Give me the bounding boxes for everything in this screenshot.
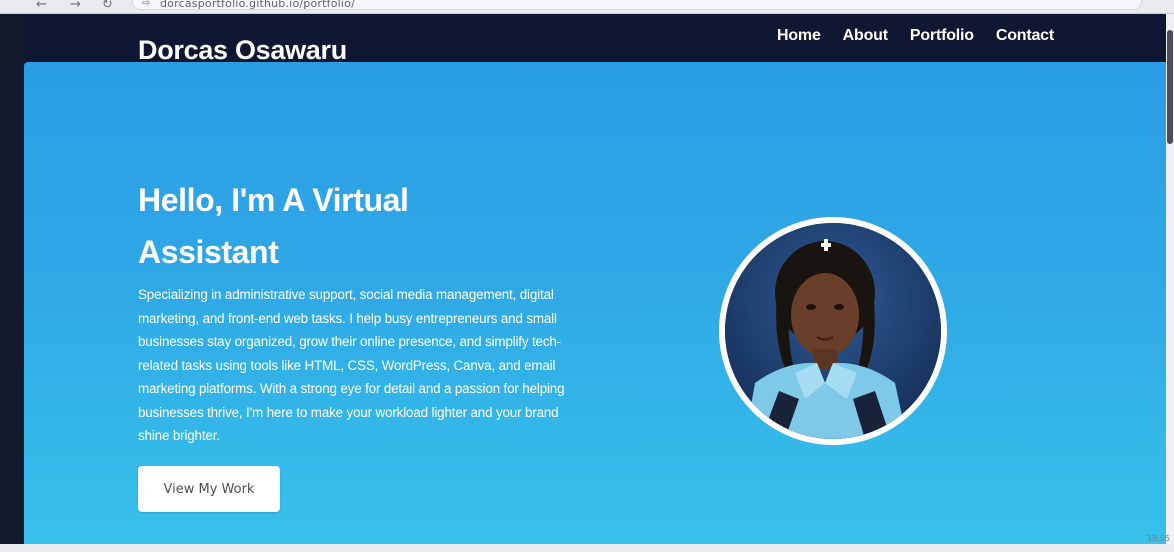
- main-nav: Home About Portfolio Contact: [777, 27, 1054, 45]
- screen-bezel: [0, 14, 24, 552]
- nav-link-home[interactable]: Home: [777, 27, 821, 45]
- hero-title: Hello, I'm A Virtual Assistant: [138, 182, 409, 270]
- profile-avatar: [719, 217, 947, 445]
- browser-toolbar: ← → ↻ ⇨ dorcasportfolio.github.io/portfo…: [0, 0, 1174, 14]
- system-clock: 19:55: [1146, 534, 1170, 543]
- site-info-icon[interactable]: ⇨: [142, 0, 150, 9]
- profile-photo: [725, 223, 941, 439]
- address-bar-url[interactable]: dorcasportfolio.github.io/portfolio/: [160, 0, 355, 10]
- nav-link-portfolio[interactable]: Portfolio: [910, 27, 974, 45]
- reload-icon[interactable]: ↻: [102, 0, 113, 12]
- hero-description: Specializing in administrative support, …: [138, 287, 565, 443]
- forward-arrow-icon[interactable]: →: [70, 0, 81, 12]
- scrollbar-thumb[interactable]: [1167, 30, 1173, 144]
- hero-section: Hello, I'm A Virtual Assistant Specializ…: [24, 62, 1166, 548]
- back-arrow-icon[interactable]: ←: [36, 0, 47, 12]
- taskbar: [0, 544, 1174, 552]
- page-scrollbar[interactable]: [1166, 14, 1174, 544]
- nav-link-contact[interactable]: Contact: [996, 27, 1054, 45]
- nav-link-about[interactable]: About: [843, 27, 888, 45]
- view-my-work-button[interactable]: View My Work: [138, 466, 280, 512]
